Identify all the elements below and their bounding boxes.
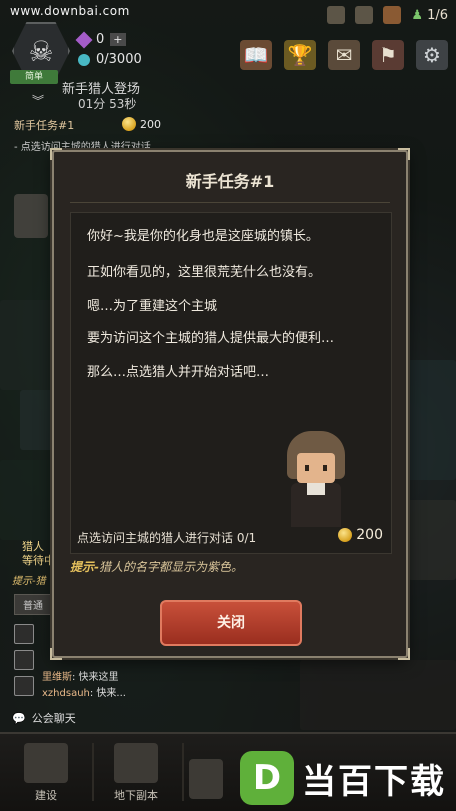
task-objective: 点选访问主城的猎人进行对话 0/1 [77,531,257,545]
quest-dialog: 新手任务#1 你好~我是你的化身也是这座城的镇长。 正如你看见的，这里很荒芜什么… [50,148,410,660]
divider [70,202,390,203]
castle-icon[interactable] [327,6,346,24]
gem-resource: 0 + [75,31,126,48]
trophy-icon[interactable]: 🏆 [284,40,316,70]
task-reward: 200 [338,527,383,543]
mana-icon [78,53,90,66]
chat-option-button[interactable] [14,676,34,696]
corner-ornament [50,648,62,660]
chevron-down-icon[interactable]: ︾ [32,92,44,109]
dialog-line: 你好~我是你的化身也是这座城的镇长。 [87,229,319,244]
chat-channel-select[interactable]: 普通 [14,594,52,615]
mana-resource: 0/3000 [78,52,142,67]
dialog-line: 正如你看见的，这里很荒芜什么也没有。 [87,265,322,280]
dialog-title: 新手任务#1 [185,172,275,191]
gem-icon [75,31,93,48]
chat-option-button[interactable] [14,624,34,644]
plus-icon[interactable]: + [110,33,126,46]
download-site-logo: D 当百下载 [240,751,446,805]
tip-text: 提示-猎人的名字都显示为紫色。 [70,560,243,574]
nav-dungeon[interactable]: 地下副本 [96,743,176,803]
mayor-portrait [281,431,351,527]
nav-divider [182,743,184,801]
bottom-nav: 建设 地下副本 D 当百下载 [0,732,456,811]
top-menu: 📖 🏆 ✉ ⚑ ⚙ [240,40,448,70]
dialog-line: 嗯…为了重建这个主城 [87,299,218,314]
side-quest-reward: 200 [122,117,161,131]
side-quest-title[interactable]: 新手任务#1 [14,117,74,133]
difficulty-badge: 简单 [10,70,58,84]
site-watermark: www.downbai.com [10,4,130,18]
hammer-icon [24,743,68,783]
dialog-line: 那么…点选猎人并开始对话吧… [87,365,270,380]
book-icon[interactable]: 📖 [240,40,272,70]
close-button[interactable]: 关闭 [160,600,302,646]
skull-icon: ☠ [28,34,54,68]
event-timer: 01分 53秒 [78,97,137,111]
gate-icon [114,743,158,783]
nav-hero[interactable] [186,759,226,803]
coin-icon [338,528,353,542]
flag-icon[interactable]: ⚑ [372,40,404,70]
wheat-icon[interactable] [355,6,374,24]
corner-ornament [398,648,410,660]
mail-icon[interactable]: ✉ [328,40,360,70]
person-icon: ♟ [411,7,424,23]
chat-message: xzhdsauh: 快来... [42,688,126,699]
corner-ornament [398,148,410,160]
nav-divider [92,743,94,801]
gear-icon[interactable]: ⚙ [416,40,448,70]
hunters-count: ♟ 1/6 [411,7,448,23]
chat-message: 里维斯: 快来这里 [42,672,119,683]
hunter-waiting-tag: 猎人 等待中 [22,540,55,567]
hero-icon [189,759,223,799]
guild-chat-button[interactable]: 💬 公会聊天 [12,710,76,726]
nav-build[interactable]: 建设 [6,743,86,803]
tip-label: 提示-猎 [12,576,46,587]
coin-icon [122,117,136,131]
top-status: ♟ 1/6 [327,6,448,24]
chat-bubble-icon: 💬 [12,711,26,725]
corner-ornament [50,148,62,160]
wood-icon[interactable] [383,6,402,24]
hunter-portrait[interactable] [14,194,48,238]
dialog-line: 要为访问这个主城的猎人提供最大的便利… [87,331,335,346]
dialog-content: 你好~我是你的化身也是这座城的镇长。 正如你看见的，这里很荒芜什么也没有。 嗯…… [70,212,392,554]
chat-option-button[interactable] [14,650,34,670]
